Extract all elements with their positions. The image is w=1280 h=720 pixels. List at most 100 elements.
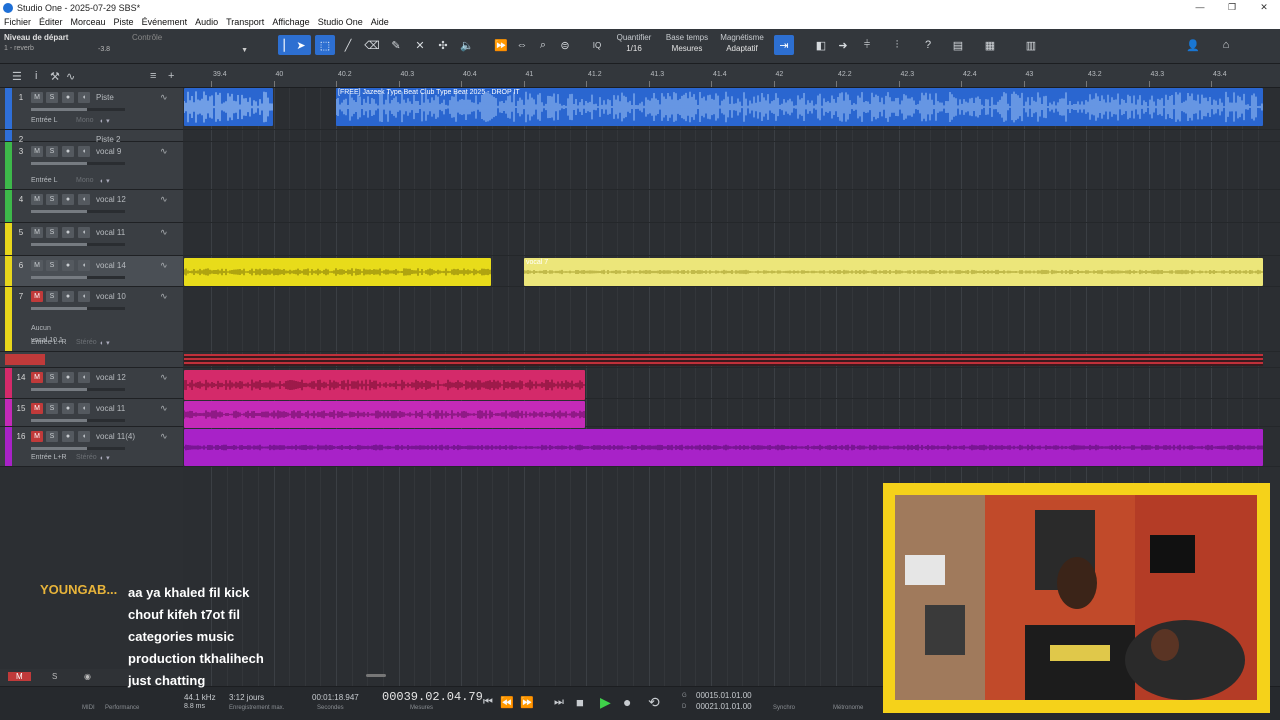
browser-icon[interactable]: ▥ [1021,35,1041,55]
volume-slider[interactable] [31,419,125,422]
input-label[interactable]: Entrée L [31,117,57,124]
record-arm-button[interactable]: ● [62,146,74,157]
rewind-start-icon[interactable]: ⏮ [483,696,493,709]
record-arm-button[interactable]: ● [62,92,74,103]
mute-button[interactable]: M [31,194,43,205]
stop-icon[interactable]: ■ [576,695,584,710]
track-header[interactable]: 14 M S ● ◖ vocal 12 ∿ [0,368,183,399]
volume-slider[interactable] [31,210,125,213]
maximize-button[interactable]: ❐ [1216,0,1248,15]
solo-button[interactable]: S [46,194,58,205]
follow-icon[interactable]: ➜ [833,35,853,55]
mute-button[interactable]: M [31,227,43,238]
track-header[interactable]: 6 M S ● ◖ vocal 14 ∿ [0,256,183,287]
mute-button[interactable]: M [31,431,43,442]
record-icon[interactable]: ● [623,694,631,710]
track-header[interactable]: 3 M S ● ◖ vocal 9 ∿ Entrée L Mono ◐ ▾ [0,142,183,190]
monitor-button[interactable]: ◖ [78,431,90,442]
scrub-icon[interactable]: ⊜ [555,35,575,55]
volume-slider[interactable] [31,447,125,450]
arrow-tool-icon[interactable]: ➤ [291,35,311,55]
console-icon[interactable]: ▤ [948,35,968,55]
menu-piste[interactable]: Piste [114,17,134,27]
automation-icon[interactable]: ∿ [66,70,75,83]
record-arm-button[interactable]: ● [62,291,74,302]
monitor-button[interactable]: ◖ [78,194,90,205]
menu-aide[interactable]: Aide [371,17,389,27]
menu-icon[interactable]: ☰ [12,70,22,83]
track-name[interactable]: vocal 9 [96,147,121,156]
folded-tracks-strip[interactable] [0,352,183,368]
toggle-icon[interactable]: ◐ ▾ [100,454,110,462]
track-name[interactable]: vocal 12 [96,195,126,204]
list-icon[interactable]: ≡ [150,70,156,82]
track-name[interactable]: vocal 11(4) [96,432,135,441]
mute-button[interactable]: M [31,403,43,414]
start-level-panel[interactable]: Niveau de départ 1 - reverb Contrôle -3.… [4,33,252,59]
record-arm-button[interactable]: ● [62,403,74,414]
global-solo-button[interactable]: S [52,672,57,681]
volume-slider[interactable] [31,307,125,310]
solo-button[interactable]: S [46,372,58,383]
loop-start[interactable]: 00015.01.01.00 [696,691,752,700]
track-header[interactable]: 1 M S ● ◖ Piste ∿ Entrée L Mono ◐ ▾ [0,88,183,130]
forward-icon[interactable]: ⏩ [491,35,511,55]
mono-stereo-label[interactable]: Stéréo [76,339,97,346]
mute-tool-icon[interactable]: ✕ [410,35,430,55]
bend-tool-icon[interactable]: ✣ [433,35,453,55]
beat-clip[interactable]: [FREE] Jazeek Type Beat Club Type Beat 2… [336,88,1263,126]
menu-evenement[interactable]: Événement [142,17,188,27]
info-icon[interactable]: i [35,70,37,82]
go-to-end-icon[interactable]: ⏭ [554,696,564,709]
track-name[interactable]: Piste [96,93,114,102]
monitor-button[interactable]: ◖ [78,403,90,414]
mono-stereo-label[interactable]: Stéréo [76,454,97,461]
snap-control[interactable]: Magnétisme Adaptatif [716,33,768,53]
rewind-icon[interactable]: ⏪ [500,696,514,709]
solo-button[interactable]: S [46,431,58,442]
record-arm-button[interactable]: ● [62,194,74,205]
menu-affichage[interactable]: Affichage [272,17,309,27]
send-label[interactable]: Aucun [31,325,51,332]
record-arm-button[interactable]: ● [62,431,74,442]
solo-button[interactable]: S [46,227,58,238]
horizontal-scrollbar[interactable] [366,674,386,677]
vocal-11-4-clip[interactable] [184,429,1263,466]
listen-tool-icon[interactable]: 🔈 [457,35,477,55]
toggle-icon[interactable]: ◐ ▾ [100,339,110,347]
input-label[interactable]: Entrée L+R [31,454,67,461]
track-name[interactable]: vocal 12 [96,373,126,382]
quantize-control[interactable]: Quantifier 1/16 [612,33,656,53]
split-tool-icon[interactable]: ╱ [338,35,358,55]
timebase-control[interactable]: Base temps Mesures [662,33,712,53]
folded-tracks-lane[interactable] [184,354,1263,366]
track-name[interactable]: vocal 14 [96,261,126,270]
fast-forward-icon[interactable]: ⏩ [520,696,534,709]
track-header[interactable]: 7 M S ● ◖ vocal 10 ∿ Entrée L+R Stéréo ◐ ▾ Aucun vo… [0,287,183,352]
loop-end[interactable]: 00021.01.01.00 [696,702,752,711]
audio-clip[interactable] [184,88,273,126]
mute-button[interactable]: M [31,146,43,157]
track-lane[interactable] [183,287,1280,352]
monitor-button[interactable]: ◖ [78,291,90,302]
volume-slider[interactable] [31,162,125,165]
solo-button[interactable]: S [46,403,58,414]
track-name[interactable]: vocal 10 [96,292,126,301]
minimize-button[interactable]: — [1184,0,1216,15]
track-lane[interactable] [183,223,1280,256]
solo-button[interactable]: S [46,92,58,103]
mono-stereo-label[interactable]: Mono [76,177,94,184]
close-button[interactable]: ✕ [1248,0,1280,15]
loop-icon[interactable]: ⟲ [648,694,660,711]
position-label[interactable]: Mesures [410,705,433,711]
play-icon[interactable]: ▶ [600,694,611,711]
record-arm-button[interactable]: ● [62,260,74,271]
monitor-button[interactable]: ◖ [78,372,90,383]
grid-icon[interactable]: ▦ [980,35,1000,55]
user-icon[interactable]: 👤 [1183,35,1203,55]
input-label[interactable]: Entrée L [31,177,57,184]
seconds-label[interactable]: Secondes [317,705,344,711]
add-track-icon[interactable]: + [168,70,174,82]
track-lane[interactable] [183,142,1280,190]
menu-morceau[interactable]: Morceau [71,17,106,27]
